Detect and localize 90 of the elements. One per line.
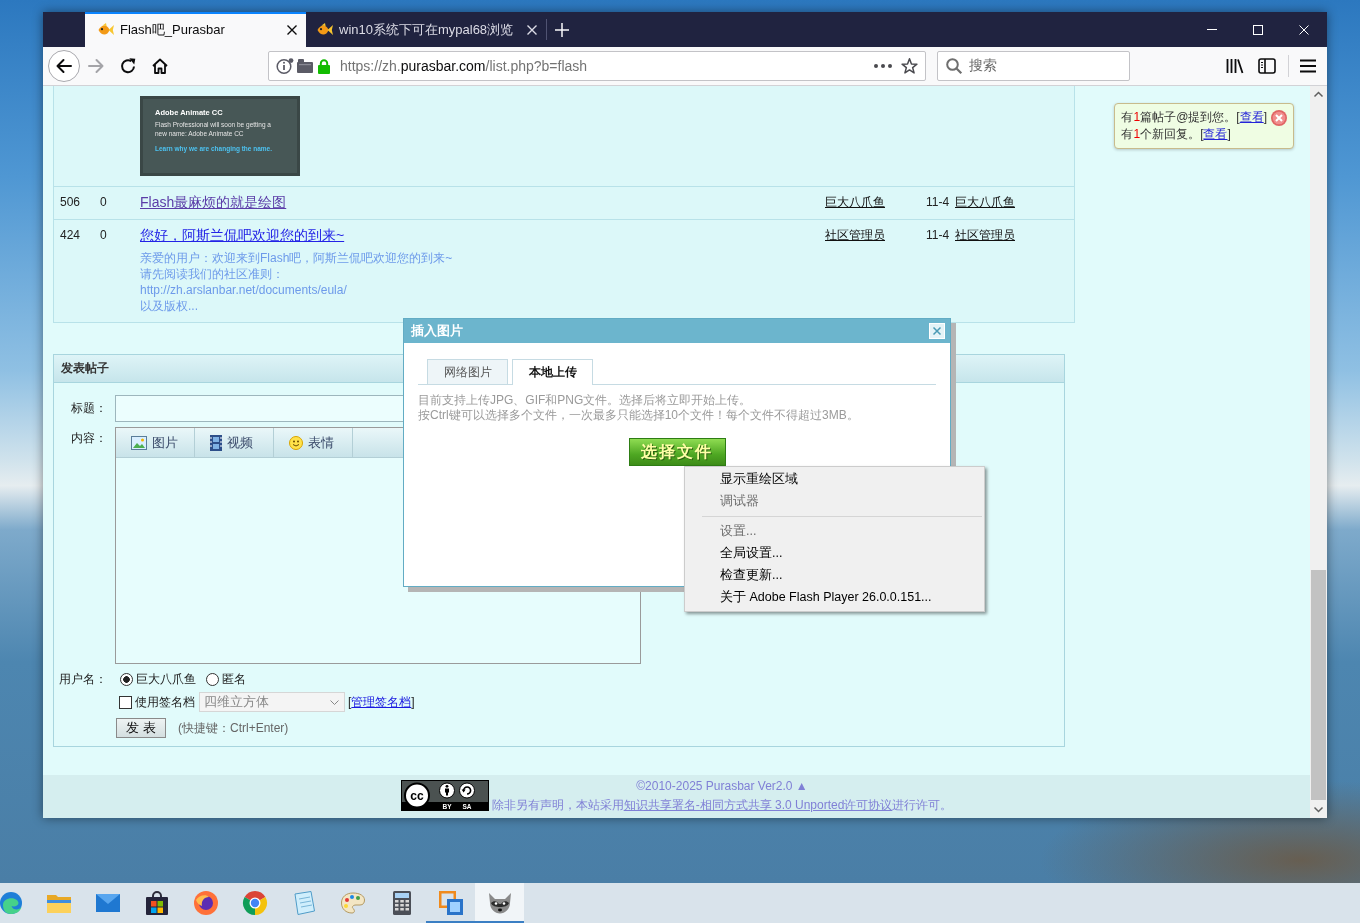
topic-link[interactable]: 您好，阿斯兰侃吧欢迎您的到来~ [140, 227, 345, 243]
fish-icon [98, 23, 114, 36]
plus-icon[interactable] [555, 22, 570, 37]
copyright-text: ©2010-2025 Purasbar Ver2.0 ▲ [636, 778, 808, 795]
last-reply-link[interactable]: 社区管理员 [955, 228, 1015, 242]
scroll-thumb[interactable] [1311, 570, 1326, 800]
excerpt-text: 亲爱的用户：欢迎来到Flash吧，阿斯兰侃吧欢迎您的到来~ [140, 250, 453, 266]
menu-item[interactable]: 显示重绘区域 [687, 468, 982, 490]
calculator-icon [392, 891, 411, 915]
notice-text: 有1篇帖子@提到您。[查看] [1121, 109, 1267, 126]
person-icon [438, 782, 455, 799]
dialog-tab[interactable]: 网络图片 [427, 359, 508, 384]
radio-button[interactable] [120, 672, 133, 686]
last-reply-link[interactable]: 巨大八爪鱼 [955, 195, 1015, 209]
topic-link[interactable]: Flash最麻烦的就是绘图 [140, 194, 287, 210]
author-link[interactable]: 社区管理员 [825, 228, 885, 242]
palette-icon [340, 892, 365, 914]
squares-icon [438, 891, 463, 915]
swirl-icon [0, 892, 22, 914]
checkbox[interactable] [119, 695, 132, 709]
excerpt-text: http://zh.arslanbar.net/documents/eula/ [140, 282, 347, 298]
fox-icon [193, 891, 218, 915]
folder-icon [46, 893, 71, 913]
dialog-tab[interactable]: 本地上传 [512, 359, 593, 385]
panel-title: 发表帖子 [61, 360, 109, 377]
radio-label[interactable]: 匿名 [222, 670, 246, 688]
editor-tool-button[interactable]: 视频 [195, 428, 274, 457]
radio-button[interactable] [206, 672, 219, 686]
maximize-icon[interactable] [1253, 24, 1263, 35]
sidebar-icon[interactable] [1258, 58, 1276, 74]
notice-text: 有1个新回复。[查看] [1121, 126, 1231, 143]
upload-note: 目前支持上传JPG、GIF和PNG文件。选择后将立即开始上传。 [418, 393, 752, 408]
menu-item[interactable]: 全局设置... [687, 542, 982, 564]
search-field[interactable]: 搜索 [937, 51, 1130, 81]
close-icon [933, 327, 941, 335]
shortcut-hint: (快捷键：Ctrl+Enter) [178, 719, 289, 737]
field-label: 标题： [71, 401, 107, 415]
star-icon[interactable] [901, 58, 918, 74]
count-text: 0 [100, 228, 107, 242]
fish-icon [317, 23, 333, 36]
browser-tab[interactable]: win10系统下可在mypal68浏览 [306, 12, 547, 47]
license-text: 除非另有声明，本站采用知识共享署名-相同方式共享 3.0 Unported许可协议进行许可。 [491, 797, 953, 814]
search-icon [946, 58, 962, 74]
bag-icon [145, 891, 168, 915]
browser-tab[interactable]: Flash吧_Purasbar [85, 12, 306, 47]
scroll-up-icon[interactable] [1314, 92, 1323, 97]
count-text: 424 [60, 228, 81, 242]
library-icon[interactable] [1226, 58, 1244, 74]
checkbox-label[interactable]: 使用签名档 [135, 693, 195, 711]
radio-label[interactable]: 巨大八爪鱼 [136, 670, 196, 688]
excerpt-text: 以及版权... [140, 298, 198, 314]
back-button[interactable] [48, 50, 80, 82]
count-text: 0 [100, 195, 107, 209]
menu-icon[interactable] [1300, 59, 1316, 73]
share-alike-icon [458, 782, 475, 799]
segmented-circle-icon [242, 891, 267, 915]
editor-tool-button[interactable]: 表情 [274, 428, 353, 457]
mail-icon [95, 894, 120, 912]
home-icon[interactable] [152, 58, 168, 74]
count-text: 506 [60, 195, 81, 209]
upload-note: 按Ctrl键可以选择多个文件，一次最多只能选择10个文件！每个文件不得超过3MB。 [418, 408, 859, 423]
close-button[interactable] [929, 323, 945, 339]
reload-icon[interactable] [120, 58, 136, 74]
notepad-icon [292, 891, 315, 915]
film-icon [210, 434, 222, 451]
author-link[interactable]: 巨大八爪鱼 [825, 195, 885, 209]
menu-item[interactable]: 检查更新... [687, 564, 982, 586]
scroll-down-icon[interactable] [1314, 807, 1323, 812]
field-label: 用户名： [59, 671, 107, 686]
folder-icon[interactable] [297, 59, 313, 73]
taskbar-button[interactable] [475, 883, 524, 923]
lock-icon[interactable] [318, 58, 330, 74]
submit-button[interactable]: 发 表 [116, 718, 166, 738]
close-icon[interactable] [287, 24, 297, 35]
picture-icon [131, 435, 147, 450]
manage-signature-text: [管理签名档] [348, 693, 415, 711]
address-bar[interactable]: https://zh.purasbar.com/list.php?b=flash [268, 51, 926, 81]
dialog-title: 插入图片 [411, 322, 463, 340]
raccoon-icon [486, 892, 513, 914]
editor-tool-button[interactable]: 图片 [116, 428, 195, 457]
menu-item[interactable]: 关于 Adobe Flash Player 26.0.0.151... [687, 586, 982, 608]
smiley-icon [289, 435, 303, 450]
date-text: 11-4 [926, 195, 950, 209]
caret-icon [330, 699, 339, 705]
arrow-left-icon [56, 59, 72, 73]
info-icon[interactable] [276, 58, 294, 74]
field-label: 内容： [71, 431, 107, 445]
more-dots-icon[interactable] [874, 64, 892, 68]
excerpt-text: 请先阅读我们的社区准则： [140, 266, 284, 282]
date-text: 11-4 [926, 228, 950, 242]
